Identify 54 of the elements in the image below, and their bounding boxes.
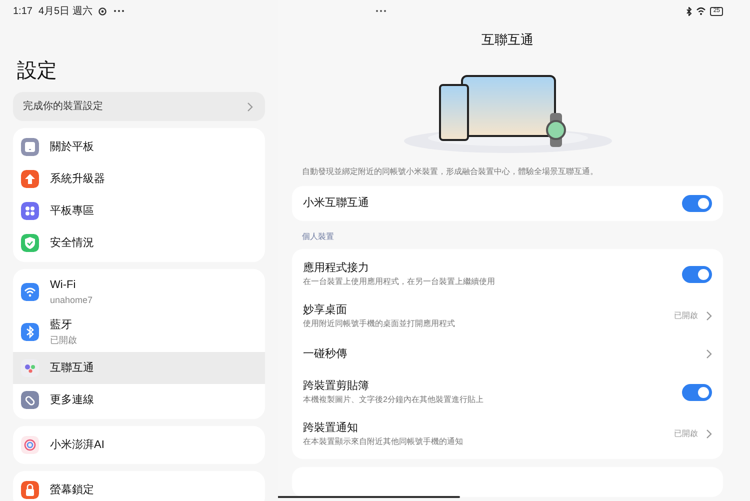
page-title: 設定 (17, 59, 57, 84)
setting-description: 在本裝置顯示來自附近其他同帳號手機的通知 (303, 436, 463, 448)
sidebar-item[interactable]: 螢幕鎖定 (13, 474, 265, 501)
toggle-switch[interactable] (682, 266, 712, 282)
item-label: 互聯互通 (50, 360, 94, 376)
setting-value: 已開啟 (674, 310, 698, 322)
sidebar-item[interactable]: Wi-Fi unahome7 (13, 272, 265, 312)
item-label: 平板專區 (50, 204, 94, 219)
description-text: 自動發現並綁定附近的同帳號小米裝置，形成融合裝置中心，體驗全場景互聯互通。 (302, 166, 599, 178)
more-icon (113, 9, 126, 13)
sidebar-item[interactable]: 更多連線 (13, 384, 265, 416)
sidebar-item[interactable]: 系統升級器 (13, 163, 265, 195)
setting-value: 已開啟 (674, 428, 698, 440)
item-label: 螢幕鎖定 (50, 482, 94, 498)
sidebar-item[interactable]: 安全情況 (13, 227, 265, 259)
setup-text: 完成你的裝置設定 (23, 100, 103, 114)
item-label: 關於平板 (50, 140, 94, 155)
gear-icon (98, 6, 108, 16)
status-time: 1:17 (13, 4, 32, 18)
item-label: 更多連線 (50, 392, 94, 408)
setting-label: 跨裝置剪貼簿 (303, 378, 370, 394)
setting-label: 一碰秒傳 (303, 346, 347, 362)
chevron-icon (706, 349, 712, 359)
setup-banner[interactable]: 完成你的裝置設定 (13, 92, 265, 121)
detail-title: 互聯互通 (482, 31, 534, 49)
status-date: 4月5日 週六 (38, 4, 92, 18)
item-status: unahome7 (50, 294, 93, 306)
toggle-switch[interactable] (682, 195, 712, 212)
item-label: 小米澎湃AI (50, 438, 104, 453)
chevron-icon (706, 311, 712, 321)
sidebar-item[interactable]: 小米澎湃AI (13, 429, 265, 461)
more-icon (375, 9, 387, 13)
sidebar-item[interactable]: 藍牙 已開啟 (13, 312, 265, 352)
item-label: 安全情況 (50, 236, 94, 251)
item-status: 已開啟 (50, 334, 77, 346)
setting-label: 跨裝置通知 (303, 420, 359, 436)
setting-description: 在一台裝置上使用應用程式，在另一台裝置上繼續使用 (303, 276, 495, 288)
sidebar-item[interactable]: 關於平板 (13, 131, 265, 163)
setting-label: 妙享桌面 (303, 302, 348, 318)
item-label: Wi-Fi (50, 278, 77, 293)
chevron-icon (247, 102, 253, 112)
setting-label: 應用程式接力 (303, 260, 370, 276)
setting-label: 小米互聯互通 (303, 196, 369, 212)
item-label: 藍牙 (50, 318, 73, 333)
bluetooth-icon (686, 6, 692, 16)
chevron-icon (706, 429, 712, 439)
toggle-switch[interactable] (682, 384, 712, 400)
section-label: 個人裝置 (302, 231, 335, 243)
setting-description: 使用附近同帳號手機的桌面並打開應用程式 (303, 318, 455, 330)
sidebar-item[interactable]: 互聯互通 (13, 352, 265, 384)
sidebar-item[interactable]: 平板專區 (13, 195, 265, 227)
setting-description: 本機複製圖片、文字後2分鐘內在其他裝置進行貼上 (303, 394, 484, 406)
wifi-icon (696, 7, 706, 15)
item-label: 系統升級器 (50, 172, 105, 187)
